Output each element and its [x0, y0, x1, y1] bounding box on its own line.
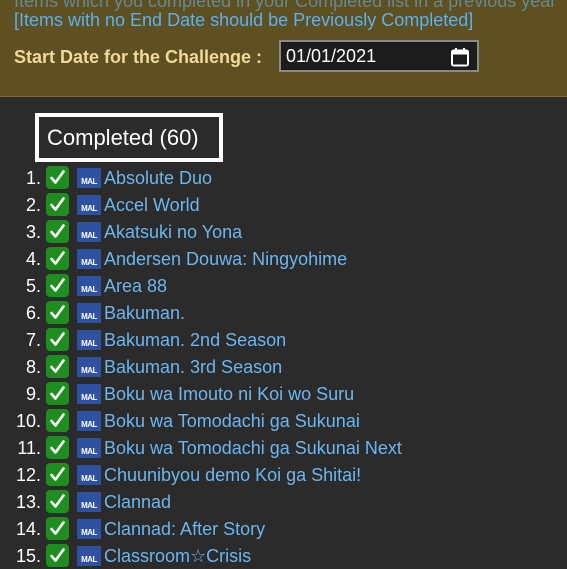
list-item: 4. MAL Andersen Douwa: Ningyohime	[0, 245, 567, 272]
item-number: 4.	[25, 249, 41, 269]
list-item: 8. MAL Bakuman. 3rd Season	[0, 353, 567, 380]
completed-section-title: Completed (60)	[35, 113, 223, 162]
item-number: 13.	[15, 492, 41, 512]
start-date-label: Start Date for the Challenge :	[14, 47, 263, 67]
anime-title-link[interactable]: Clannad: After Story	[104, 519, 265, 540]
check-mark-icon	[46, 301, 69, 324]
item-number: 2.	[25, 195, 41, 215]
anime-title-link[interactable]: Boku wa Tomodachi ga Sukunai	[104, 411, 360, 432]
list-item: 15. MAL Classroom☆Crisis	[0, 542, 567, 569]
list-item: 12. MAL Chuunibyou demo Koi ga Shitai!	[0, 461, 567, 488]
anime-title-link[interactable]: Accel World	[104, 195, 200, 216]
myanimelist-icon[interactable]: MAL	[77, 465, 101, 485]
calendar-icon[interactable]	[450, 47, 470, 67]
item-number: 11.	[17, 438, 41, 458]
check-mark-icon	[46, 409, 69, 432]
item-number: 12.	[15, 465, 41, 485]
check-mark-icon	[46, 517, 69, 540]
myanimelist-icon[interactable]: MAL	[77, 276, 101, 296]
start-date-value: 01/01/2021	[286, 46, 377, 66]
item-number: 9.	[25, 384, 41, 404]
list-item: 14. MAL Clannad: After Story	[0, 515, 567, 542]
list-item: 3. MAL Akatsuki no Yona	[0, 218, 567, 245]
list-item: 1. MAL Absolute Duo	[0, 164, 567, 191]
check-mark-icon	[46, 544, 69, 567]
myanimelist-icon[interactable]: MAL	[77, 438, 101, 458]
item-number: 1.	[25, 168, 41, 188]
myanimelist-icon[interactable]: MAL	[77, 303, 101, 323]
myanimelist-icon[interactable]: MAL	[77, 411, 101, 431]
list-item: 5. MAL Area 88	[0, 272, 567, 299]
myanimelist-icon[interactable]: MAL	[77, 222, 101, 242]
list-item: 9. MAL Boku wa Imouto ni Koi wo Suru	[0, 380, 567, 407]
anime-title-link[interactable]: Classroom☆Crisis	[104, 546, 251, 567]
item-number: 10.	[15, 411, 41, 431]
anime-title-link[interactable]: Bakuman.	[104, 303, 185, 324]
check-mark-icon	[46, 274, 69, 297]
list-item: 11. MAL Boku wa Tomodachi ga Sukunai Next	[0, 434, 567, 461]
myanimelist-icon[interactable]: MAL	[77, 195, 101, 215]
anime-title-link[interactable]: Akatsuki no Yona	[104, 222, 242, 243]
check-mark-icon	[46, 355, 69, 378]
anime-title-link[interactable]: Area 88	[104, 276, 167, 297]
anime-title-link[interactable]: Chuunibyou demo Koi ga Shitai!	[104, 465, 361, 486]
myanimelist-icon[interactable]: MAL	[77, 249, 101, 269]
check-mark-icon	[46, 328, 69, 351]
check-mark-icon	[46, 193, 69, 216]
myanimelist-icon[interactable]: MAL	[77, 357, 101, 377]
anime-title-link[interactable]: Bakuman. 2nd Season	[104, 330, 286, 351]
anime-title-link[interactable]: Bakuman. 3rd Season	[104, 357, 282, 378]
item-number: 15.	[15, 546, 41, 566]
check-mark-icon	[46, 220, 69, 243]
check-mark-icon	[46, 166, 69, 189]
myanimelist-icon[interactable]: MAL	[77, 546, 101, 566]
completed-list: 1. MAL Absolute Duo 2. MAL Accel World 3. MAL Ak…	[0, 164, 567, 569]
item-number: 14.	[15, 519, 41, 539]
item-number: 7.	[25, 330, 41, 350]
item-number: 3.	[25, 222, 41, 242]
anime-title-link[interactable]: Boku wa Imouto ni Koi wo Suru	[104, 384, 354, 405]
anime-title-link[interactable]: Clannad	[104, 492, 171, 513]
list-item: 13. MAL Clannad	[0, 488, 567, 515]
myanimelist-icon[interactable]: MAL	[77, 168, 101, 188]
list-item: 10. MAL Boku wa Tomodachi ga Sukunai	[0, 407, 567, 434]
myanimelist-icon[interactable]: MAL	[77, 492, 101, 512]
list-item: 6. MAL Bakuman.	[0, 299, 567, 326]
anime-title-link[interactable]: Andersen Douwa: Ningyohime	[104, 249, 347, 270]
check-mark-icon	[46, 382, 69, 405]
list-item: 2. MAL Accel World	[0, 191, 567, 218]
list-item: 7. MAL Bakuman. 2nd Season	[0, 326, 567, 353]
myanimelist-icon[interactable]: MAL	[77, 330, 101, 350]
check-mark-icon	[46, 490, 69, 513]
challenge-settings-panel: Items which you completed in your Comple…	[0, 0, 567, 97]
anime-title-link[interactable]: Absolute Duo	[104, 168, 212, 189]
check-mark-icon	[46, 436, 69, 459]
item-number: 8.	[25, 357, 41, 377]
check-mark-icon	[46, 247, 69, 270]
myanimelist-icon[interactable]: MAL	[77, 384, 101, 404]
check-mark-icon	[46, 463, 69, 486]
myanimelist-icon[interactable]: MAL	[77, 519, 101, 539]
start-date-input[interactable]: 01/01/2021	[279, 40, 479, 72]
anime-title-link[interactable]: Boku wa Tomodachi ga Sukunai Next	[104, 438, 402, 459]
item-number: 6.	[25, 303, 41, 323]
no-end-date-note: [Items with no End Date should be Previo…	[14, 10, 474, 30]
item-number: 5.	[25, 276, 41, 296]
